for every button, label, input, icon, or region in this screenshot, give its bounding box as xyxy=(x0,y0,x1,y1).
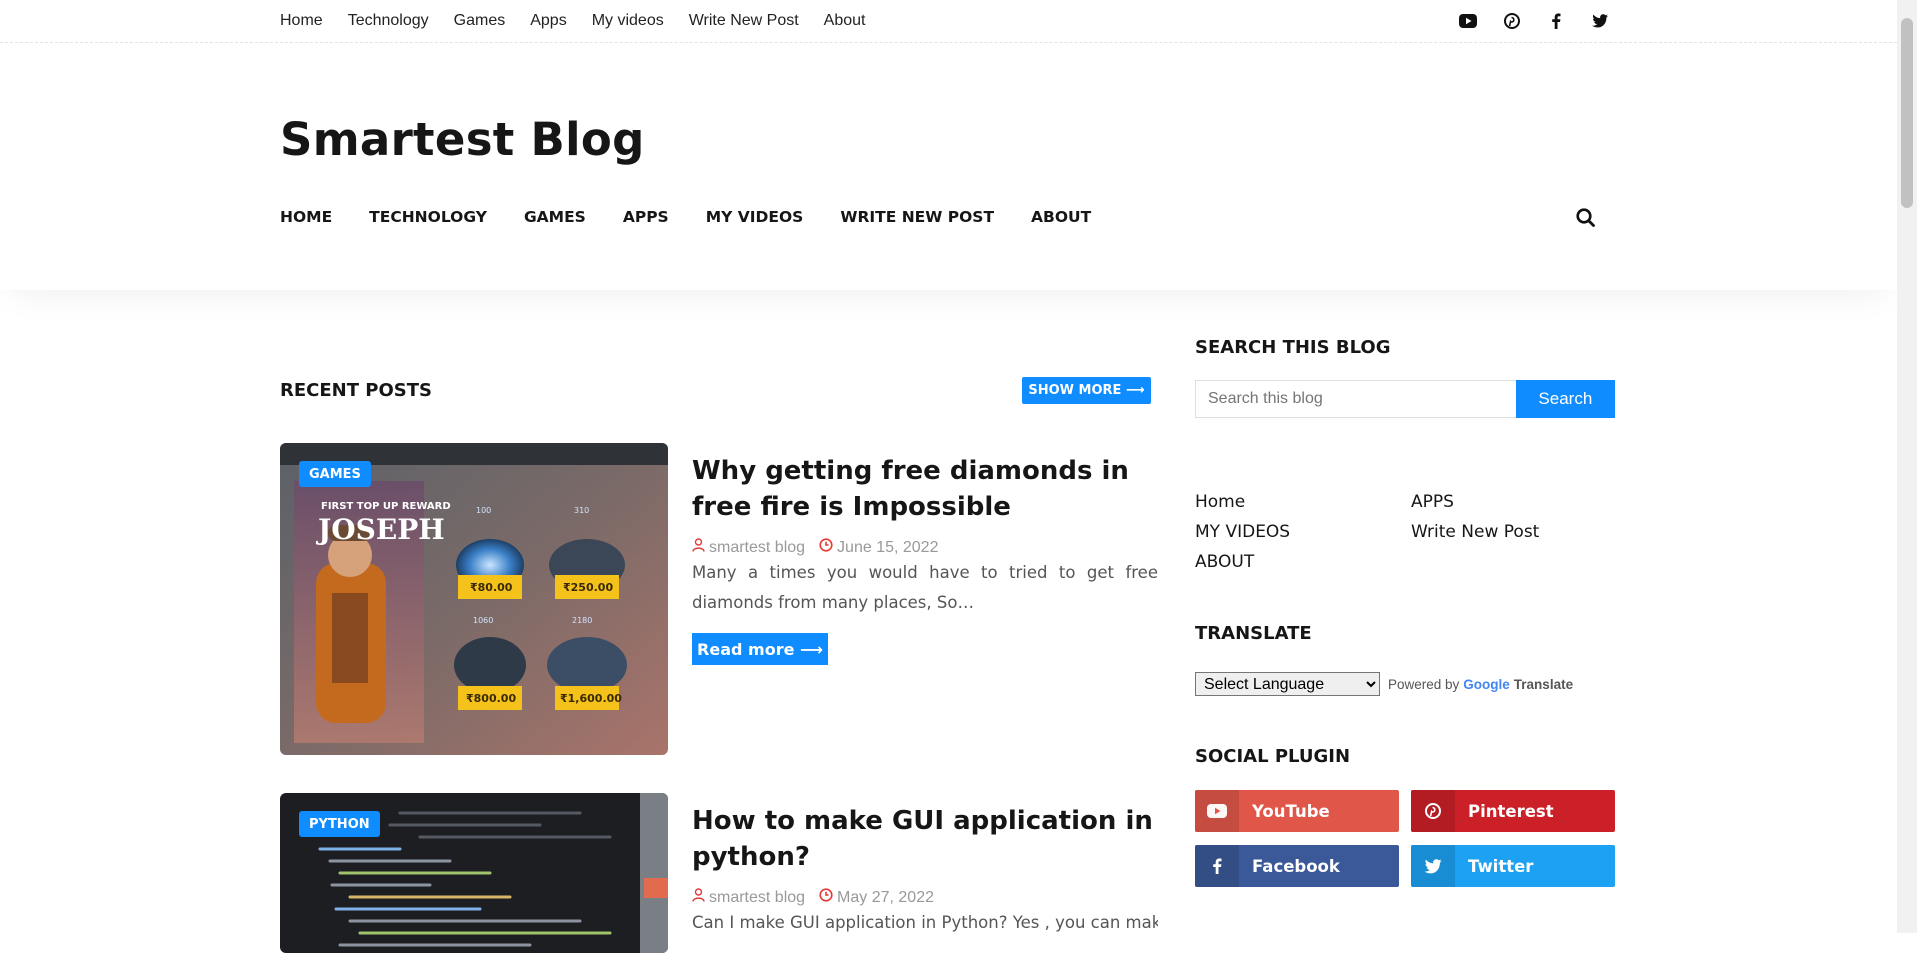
show-more-button[interactable]: SHOW MORE ⟶ xyxy=(1022,377,1151,404)
top-menu-my-videos[interactable]: My videos xyxy=(592,12,664,30)
post-title[interactable]: How to make GUI application in python? xyxy=(692,803,1162,875)
svg-text:₹1,600.00: ₹1,600.00 xyxy=(560,692,622,705)
post-title[interactable]: Why getting free diamonds in free fire i… xyxy=(692,453,1162,525)
top-menu-home[interactable]: Home xyxy=(280,12,323,30)
twitter-icon[interactable] xyxy=(1589,10,1611,32)
scrollbar-thumb[interactable] xyxy=(1901,18,1913,208)
translate-widget-title: TRANSLATE xyxy=(1195,623,1312,644)
user-icon xyxy=(692,538,705,557)
top-social-links xyxy=(1457,10,1611,32)
svg-text:1060: 1060 xyxy=(473,616,493,625)
facebook-icon[interactable] xyxy=(1545,10,1567,32)
facebook-button[interactable]: Facebook xyxy=(1195,845,1399,887)
svg-text:₹80.00: ₹80.00 xyxy=(470,581,513,594)
nav-write-new-post[interactable]: WRITE NEW POST xyxy=(840,208,994,226)
social-widget-title: SOCIAL PLUGIN xyxy=(1195,746,1351,767)
search-form: Search xyxy=(1195,380,1615,418)
page-link-my-videos[interactable]: MY VIDEOS xyxy=(1195,522,1290,542)
page-link-home[interactable]: Home xyxy=(1195,492,1245,512)
nav-about[interactable]: ABOUT xyxy=(1031,208,1091,226)
svg-text:₹250.00: ₹250.00 xyxy=(563,581,613,594)
pinterest-icon xyxy=(1411,790,1455,832)
top-menu-technology[interactable]: Technology xyxy=(348,12,429,30)
youtube-icon[interactable] xyxy=(1457,10,1479,32)
page-link-write-new-post[interactable]: Write New Post xyxy=(1411,522,1539,542)
top-menu-apps[interactable]: Apps xyxy=(530,12,566,30)
main-nav: HOME TECHNOLOGY GAMES APPS MY VIDEOS WRI… xyxy=(280,208,1091,226)
svg-text:2180: 2180 xyxy=(572,616,592,625)
nav-my-videos[interactable]: MY VIDEOS xyxy=(706,208,804,226)
post-excerpt: Many a times you would have to tried to … xyxy=(692,563,1158,612)
translate-widget: Select Language Powered by Google Transl… xyxy=(1195,672,1573,696)
youtube-icon xyxy=(1195,790,1239,832)
powered-by-google: Powered by Google Translate xyxy=(1388,676,1574,692)
page-scrollbar[interactable] xyxy=(1897,0,1917,933)
svg-text:310: 310 xyxy=(574,506,589,515)
post-meta: smartest blog May 27, 2022 xyxy=(692,888,934,907)
search-button[interactable]: Search xyxy=(1515,380,1615,418)
post-thumbnail[interactable]: FIRST TOP UP REWARD JOSEPH 100 310 1060 … xyxy=(280,443,668,755)
page-link-apps[interactable]: APPS xyxy=(1411,492,1454,512)
thumb-name-text: JOSEPH xyxy=(315,513,445,546)
search-widget-title: SEARCH THIS BLOG xyxy=(1195,337,1391,358)
top-menu-write-new-post[interactable]: Write New Post xyxy=(689,12,799,30)
post-meta: smartest blog June 15, 2022 xyxy=(692,538,938,557)
top-menu-games[interactable]: Games xyxy=(454,12,506,30)
svg-text:₹800.00: ₹800.00 xyxy=(466,692,516,705)
read-more-button[interactable]: Read more ⟶ xyxy=(692,633,828,665)
post-excerpt: Can I make GUI application in Python? Ye… xyxy=(692,913,1158,932)
nav-home[interactable]: HOME xyxy=(280,208,332,226)
game-store-image: FIRST TOP UP REWARD JOSEPH 100 310 1060 … xyxy=(280,443,668,755)
facebook-icon xyxy=(1195,845,1239,887)
post-date: May 27, 2022 xyxy=(837,888,934,906)
recent-posts-title: RECENT POSTS xyxy=(280,380,432,401)
category-tag-python[interactable]: PYTHON xyxy=(299,811,380,837)
post-date: June 15, 2022 xyxy=(837,538,939,556)
pinterest-icon[interactable] xyxy=(1501,10,1523,32)
svg-text:100: 100 xyxy=(476,506,491,515)
post-author[interactable]: smartest blog xyxy=(709,889,805,907)
top-bar: Home Technology Games Apps My videos Wri… xyxy=(0,0,1897,43)
search-input[interactable] xyxy=(1195,380,1516,418)
category-tag-games[interactable]: GAMES xyxy=(299,461,371,487)
clock-icon xyxy=(819,888,833,907)
language-select[interactable]: Select Language xyxy=(1195,672,1380,696)
post-thumbnail[interactable]: PYTHON xyxy=(280,793,668,953)
post-author[interactable]: smartest blog xyxy=(709,539,805,557)
youtube-button[interactable]: YouTube xyxy=(1195,790,1399,832)
user-icon xyxy=(692,888,705,907)
site-logo[interactable]: Smartest Blog xyxy=(280,113,645,166)
search-icon[interactable] xyxy=(1574,206,1598,230)
page-link-about[interactable]: ABOUT xyxy=(1195,552,1254,572)
top-menu-about[interactable]: About xyxy=(824,12,866,30)
google-logo[interactable]: Google xyxy=(1463,677,1510,692)
clock-icon xyxy=(819,538,833,557)
twitter-button[interactable]: Twitter xyxy=(1411,845,1615,887)
site-header: Smartest Blog xyxy=(0,43,1897,290)
nav-technology[interactable]: TECHNOLOGY xyxy=(369,208,487,226)
nav-games[interactable]: GAMES xyxy=(524,208,586,226)
nav-apps[interactable]: APPS xyxy=(623,208,669,226)
pinterest-button[interactable]: Pinterest xyxy=(1411,790,1615,832)
top-menu: Home Technology Games Apps My videos Wri… xyxy=(280,12,865,30)
twitter-icon xyxy=(1411,845,1455,887)
thumb-banner-text: FIRST TOP UP REWARD xyxy=(321,501,451,512)
